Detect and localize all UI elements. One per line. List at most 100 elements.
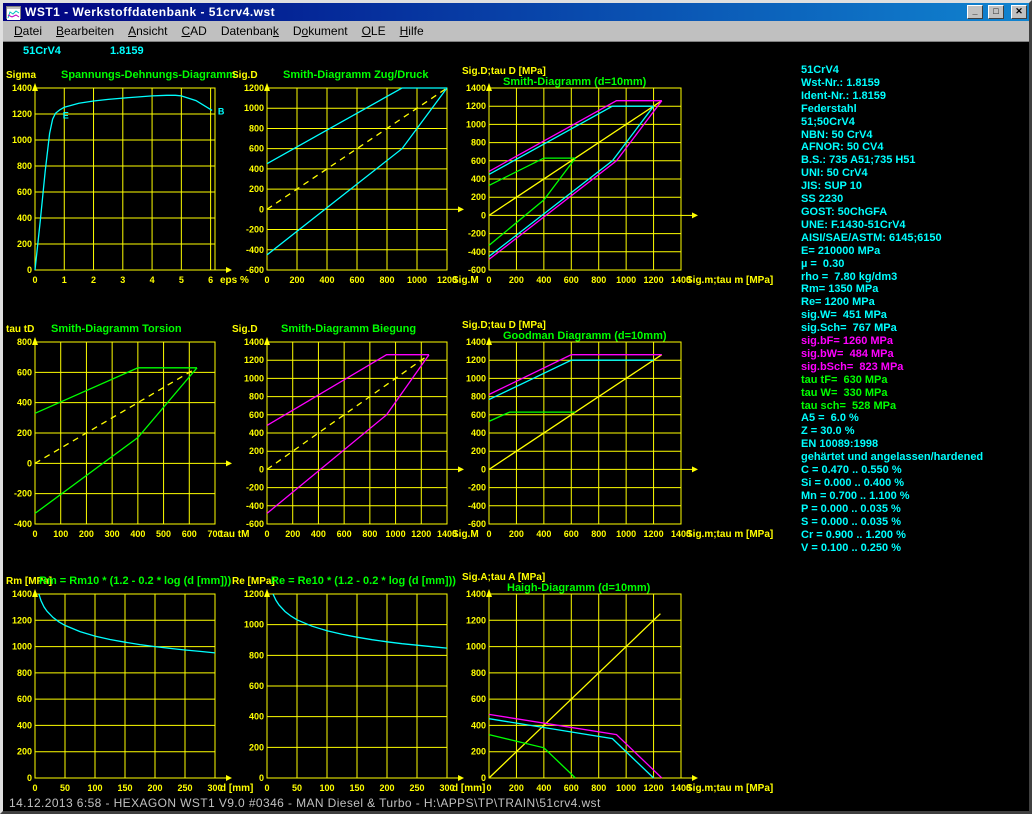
- material-property-line: Mn = 0.700 .. 1.100 %: [801, 490, 1029, 503]
- client-area: 51CrV4 1.8159 01234560200400600800100012…: [3, 42, 1029, 811]
- series-torsion-lower-limit: [489, 158, 575, 245]
- svg-text:600: 600: [564, 783, 579, 793]
- svg-text:0: 0: [259, 464, 264, 474]
- svg-text:-200: -200: [468, 229, 486, 239]
- svg-text:600: 600: [182, 529, 197, 539]
- svg-text:1000: 1000: [616, 275, 636, 285]
- material-property-line: UNI: 50 CrV4: [801, 167, 1029, 180]
- app-icon[interactable]: [6, 6, 21, 19]
- svg-text:1400: 1400: [244, 337, 264, 347]
- svg-text:800: 800: [249, 650, 264, 660]
- series-mean-stress-diagonal: [489, 614, 660, 778]
- svg-text:200: 200: [289, 275, 304, 285]
- material-property-line: C = 0.470 .. 0.550 %: [801, 464, 1029, 477]
- svg-text:Goodman Diagramm (d=10mm): Goodman Diagramm (d=10mm): [503, 330, 667, 342]
- material-property-line: AFNOR: 50 CV4: [801, 141, 1029, 154]
- svg-text:0: 0: [259, 204, 264, 214]
- status-bar: 14.12.2013 6:58 - HEXAGON WST1 V9.0 #034…: [9, 796, 601, 810]
- svg-text:600: 600: [17, 367, 32, 377]
- menu-item-ansicht[interactable]: Ansicht: [121, 22, 174, 40]
- svg-text:50: 50: [292, 783, 302, 793]
- svg-text:1000: 1000: [386, 529, 406, 539]
- svg-text:800: 800: [17, 668, 32, 678]
- material-property-line: Wst-Nr.: 1.8159: [801, 77, 1029, 90]
- svg-text:1400: 1400: [466, 589, 486, 599]
- chart-smith-zug-druck: 020040060080010001200-600-400-2000200400…: [231, 62, 471, 314]
- svg-text:800: 800: [17, 337, 32, 347]
- svg-text:0: 0: [264, 275, 269, 285]
- material-property-line: AISI/SAE/ASTM: 6145;6150: [801, 232, 1029, 245]
- svg-text:4: 4: [150, 275, 155, 285]
- svg-text:-200: -200: [14, 489, 32, 499]
- menu-bar: DateiBearbeitenAnsichtCADDatenbankDokume…: [3, 21, 1029, 42]
- svg-text:600: 600: [471, 156, 486, 166]
- minimize-button[interactable]: _: [967, 5, 983, 19]
- material-property-line: UNE: F.1430-51CrV4: [801, 219, 1029, 232]
- series-torsion-amplitude-line: [489, 735, 575, 778]
- chart-stress-strain: 01234560200400600800100012001400Sigmaeps…: [5, 62, 241, 314]
- svg-text:400: 400: [249, 164, 264, 174]
- material-property-line: V = 0.100 .. 0.250 %: [801, 542, 1029, 555]
- menu-item-hilfe[interactable]: Hilfe: [393, 22, 431, 40]
- maximize-button[interactable]: □: [988, 5, 1004, 19]
- svg-text:1200: 1200: [244, 83, 264, 93]
- svg-text:600: 600: [349, 275, 364, 285]
- svg-text:800: 800: [362, 529, 377, 539]
- svg-text:1000: 1000: [12, 135, 32, 145]
- material-property-line: A5 = 6.0 %: [801, 412, 1029, 425]
- svg-text:600: 600: [249, 410, 264, 420]
- window-title: WST1 - Werkstoffdatenbank - 51crv4.wst: [25, 5, 962, 19]
- svg-text:500: 500: [156, 529, 171, 539]
- series-bending-amplitude-line: [489, 714, 662, 778]
- svg-text:-600: -600: [246, 519, 264, 529]
- svg-text:-200: -200: [246, 225, 264, 235]
- svg-text:200: 200: [249, 742, 264, 752]
- svg-text:1400: 1400: [466, 83, 486, 93]
- chart-rm-size-influence: 0501001502002503000200400600800100012001…: [5, 568, 241, 806]
- menu-item-datenbank[interactable]: Datenbank: [214, 22, 286, 40]
- material-property-line: tau sch= 528 MPa: [801, 400, 1029, 413]
- svg-text:1400: 1400: [12, 589, 32, 599]
- series-mean-stress-diagonal: [267, 355, 429, 470]
- svg-text:800: 800: [379, 275, 394, 285]
- svg-text:0: 0: [481, 464, 486, 474]
- svg-text:Sig.m;tau m [MPa]: Sig.m;tau m [MPa]: [686, 275, 773, 286]
- svg-text:200: 200: [471, 747, 486, 757]
- svg-text:0: 0: [481, 773, 486, 783]
- svg-text:800: 800: [249, 392, 264, 402]
- menu-item-cad[interactable]: CAD: [174, 22, 213, 40]
- svg-text:300: 300: [105, 529, 120, 539]
- menu-item-dokument[interactable]: Dokument: [286, 22, 355, 40]
- series-torsion-lower-limit: [35, 368, 197, 514]
- material-property-line: sig.bW= 484 MPa: [801, 348, 1029, 361]
- chart-annotation-e: E: [63, 111, 69, 121]
- material-property-line: rho = 7.80 kg/dm3: [801, 271, 1029, 284]
- svg-text:Sig.D: Sig.D: [232, 324, 258, 335]
- svg-text:-600: -600: [246, 265, 264, 275]
- material-property-line: Z = 30.0 %: [801, 425, 1029, 438]
- chart-haigh-d10: 0200400600800100012001400020040060080010…: [461, 568, 793, 806]
- material-property-line: gehärtet und angelassen/hardened: [801, 451, 1029, 464]
- menu-item-ole[interactable]: OLE: [355, 22, 393, 40]
- svg-text:1200: 1200: [644, 783, 664, 793]
- svg-text:400: 400: [471, 720, 486, 730]
- material-property-line: EN 10089:1998: [801, 438, 1029, 451]
- menu-item-bearbeiten[interactable]: Bearbeiten: [49, 22, 121, 40]
- svg-text:600: 600: [471, 694, 486, 704]
- material-property-line: Ident-Nr.: 1.8159: [801, 90, 1029, 103]
- svg-text:Rm = Rm10 * (1.2 - 0.2 * log (: Rm = Rm10 * (1.2 - 0.2 * log (d [mm])): [39, 575, 232, 587]
- series-torsion-upper-limit: [489, 158, 575, 185]
- svg-text:200: 200: [509, 783, 524, 793]
- svg-text:1000: 1000: [466, 119, 486, 129]
- svg-text:400: 400: [249, 428, 264, 438]
- svg-text:Sigma: Sigma: [6, 70, 36, 81]
- svg-text:Sig.D: Sig.D: [232, 70, 258, 81]
- svg-text:-200: -200: [246, 483, 264, 493]
- svg-text:-400: -400: [246, 501, 264, 511]
- close-button[interactable]: ✕: [1011, 5, 1027, 19]
- menu-item-datei[interactable]: Datei: [7, 22, 49, 40]
- svg-text:0: 0: [27, 458, 32, 468]
- svg-text:250: 250: [177, 783, 192, 793]
- svg-text:1000: 1000: [466, 373, 486, 383]
- svg-text:600: 600: [17, 187, 32, 197]
